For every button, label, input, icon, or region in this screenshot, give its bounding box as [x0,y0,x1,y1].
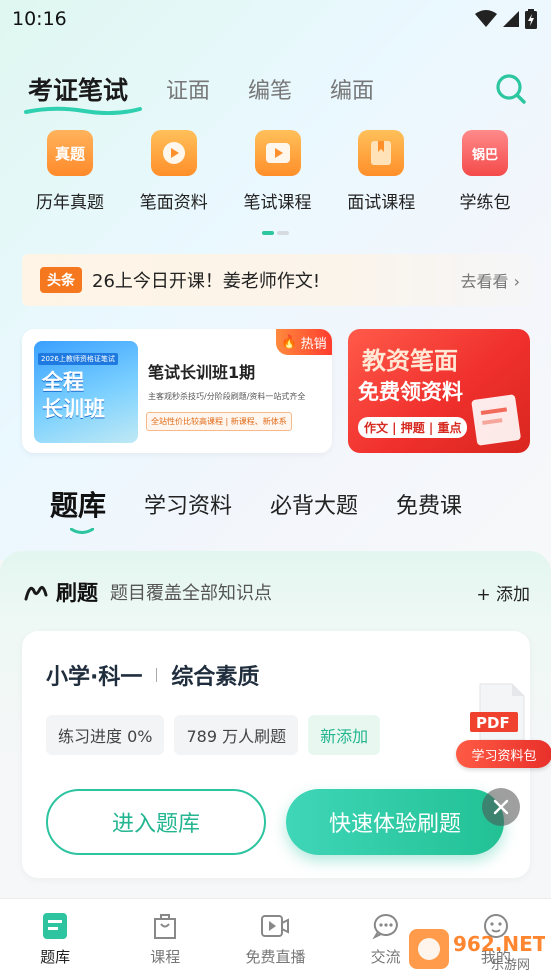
thumbnail-caption: 2026上教师资格证笔试 [38,353,118,365]
tab-staff-written[interactable]: 编笔 [248,73,292,105]
nav-question-bank[interactable]: 题库 [5,912,105,967]
nav-label: 交流 [370,947,401,966]
tab-study-materials[interactable]: 学习资料 [144,488,232,520]
course-thumbnail: 2026上教师资格证笔试 全程 长训班 [34,341,138,443]
panel-header: 刷题 题目覆盖全部知识点 + 添加 [24,577,530,607]
nav-free-live[interactable]: 免费直播 [225,912,325,967]
quick-practice-button[interactable]: 快速体验刷题 [286,789,504,855]
icon-text: 真题 [54,144,85,163]
squiggle-icon [24,586,48,601]
progress-chip: 练习进度 0% [46,715,165,755]
content-tabs: 题库 学习资料 必背大题 免费课 [50,482,520,534]
category-label: 学练包 [459,193,511,213]
tab-exam-written[interactable]: 考证笔试 [24,71,142,115]
pdf-document-icon [470,683,525,741]
category-label: 历年真题 [36,193,104,213]
category-label: 笔试课程 [243,193,312,213]
floating-pdf-ad[interactable]: PDF 学习资料包 [456,682,551,774]
play-video-icon [254,130,301,176]
pdf-text: PDF [476,714,510,732]
subject-subname: 综合素质 [171,665,260,690]
banner-title: 教资笔面 [362,347,458,375]
tab-label: 考证笔试 [28,76,129,105]
category-label: 面试课程 [347,193,416,213]
wifi-icon [475,10,497,27]
headline-text: 26上今日开课！姜老师作文! [92,271,321,292]
category-written-courses[interactable]: 笔试课程 [228,130,328,220]
play-folder-icon [150,130,197,176]
top-nav: 考证笔试 证面 编笔 编面 [24,68,528,115]
users-chip: 789 万人刷题 [174,715,299,755]
svg-text:乐游网: 乐游网 [491,958,530,973]
category-interview-courses[interactable]: 面试课程 [331,130,431,220]
icon-text: 锅巴 [471,147,498,163]
search-icon[interactable] [494,72,528,106]
nav-label: 题库 [40,947,71,966]
enter-bank-button[interactable]: 进入题库 [46,789,266,855]
close-icon[interactable] [482,788,520,826]
category-materials[interactable]: 笔面资料 [124,130,224,220]
site-watermark-logo: 962.NET 乐游网 [407,925,547,973]
subject-name: 小学·科一 [46,665,143,690]
tab-staff-interview[interactable]: 编面 [330,73,374,105]
panel-title: 刷题 [56,581,98,605]
tab-must-memorize[interactable]: 必背大题 [270,488,358,520]
headline-badge: 头条 [40,267,82,293]
pdf-ad-label: 学习资料包 [456,740,551,768]
live-video-icon [261,914,290,937]
hot-sale-badge: 🔥 热销 [276,329,332,355]
bag-icon [154,913,177,939]
promo-banner-course[interactable]: 2026上教师资格证笔试 全程 长训班 🔥 热销 笔试长训班1期 主客观秒杀技巧… [22,329,332,453]
headline-bar[interactable]: 头条 26上今日开课！姜老师作文! 去看看 › [22,254,534,306]
chat-bubble-icon [372,913,398,939]
signal-icon [503,11,519,27]
panel-description: 题目覆盖全部知识点 [110,583,272,604]
nav-label: 免费直播 [245,947,306,966]
active-tab-indicator [70,528,94,534]
course-tags: 全站性价比较高课程 | 新课程、新体系 [146,412,292,431]
category-practice-pack[interactable]: 锅巴 学练包 [435,130,535,220]
thumbnail-title: 全程 长训班 [42,370,105,421]
banner-subtitle: 免费领资料 [358,380,463,404]
course-subtitle: 主客观秒杀技巧/分阶段刷题/资料一站式齐全 [148,392,306,401]
subject-stats: 练习进度 0% 789 万人刷题 新添加 [46,715,381,755]
add-button[interactable]: + 添加 [476,580,530,605]
category-grid: 真题 历年真题 笔面资料 笔试课程 面试课程 锅巴 学练包 [20,130,535,220]
headline-more-link[interactable]: 去看看 › [461,268,521,292]
banner-tags: 作文 | 押题 | 重点 [358,417,468,438]
nav-label: 课程 [150,947,181,966]
real-exam-icon: 真题 [47,130,93,176]
tab-cert-interview[interactable]: 证面 [166,73,210,105]
new-added-chip: 新添加 [308,715,381,755]
fire-icon: 🔥 [281,334,298,350]
learning-pack-icon: 锅巴 [462,130,508,176]
active-tab-underline [24,106,142,115]
category-past-exams[interactable]: 真题 历年真题 [20,130,120,220]
tab-free-courses[interactable]: 免费课 [396,488,462,520]
page-indicator [262,231,289,235]
status-icons [475,9,537,29]
battery-icon [525,9,537,29]
question-bank-icon [43,912,68,939]
promo-banner-free-materials[interactable]: 教资笔面 免费领资料 作文 | 押题 | 重点 [348,329,530,453]
bookmark-book-icon [358,130,405,176]
subject-card: 小学·科一 综合素质 练习进度 0% 789 万人刷题 新添加 进入题库 快速体… [22,631,530,878]
category-label: 笔面资料 [139,193,208,213]
subject-title: 小学·科一 综合素质 [46,659,259,691]
document-illustration-icon [471,394,521,446]
divider [156,668,158,682]
status-bar: 10:16 [0,0,551,38]
course-title: 笔试长训班1期 [148,363,256,382]
nav-courses[interactable]: 课程 [115,912,215,967]
status-time: 10:16 [12,8,67,30]
svg-text:962.NET: 962.NET [453,932,545,956]
tab-question-bank[interactable]: 题库 [50,484,106,534]
